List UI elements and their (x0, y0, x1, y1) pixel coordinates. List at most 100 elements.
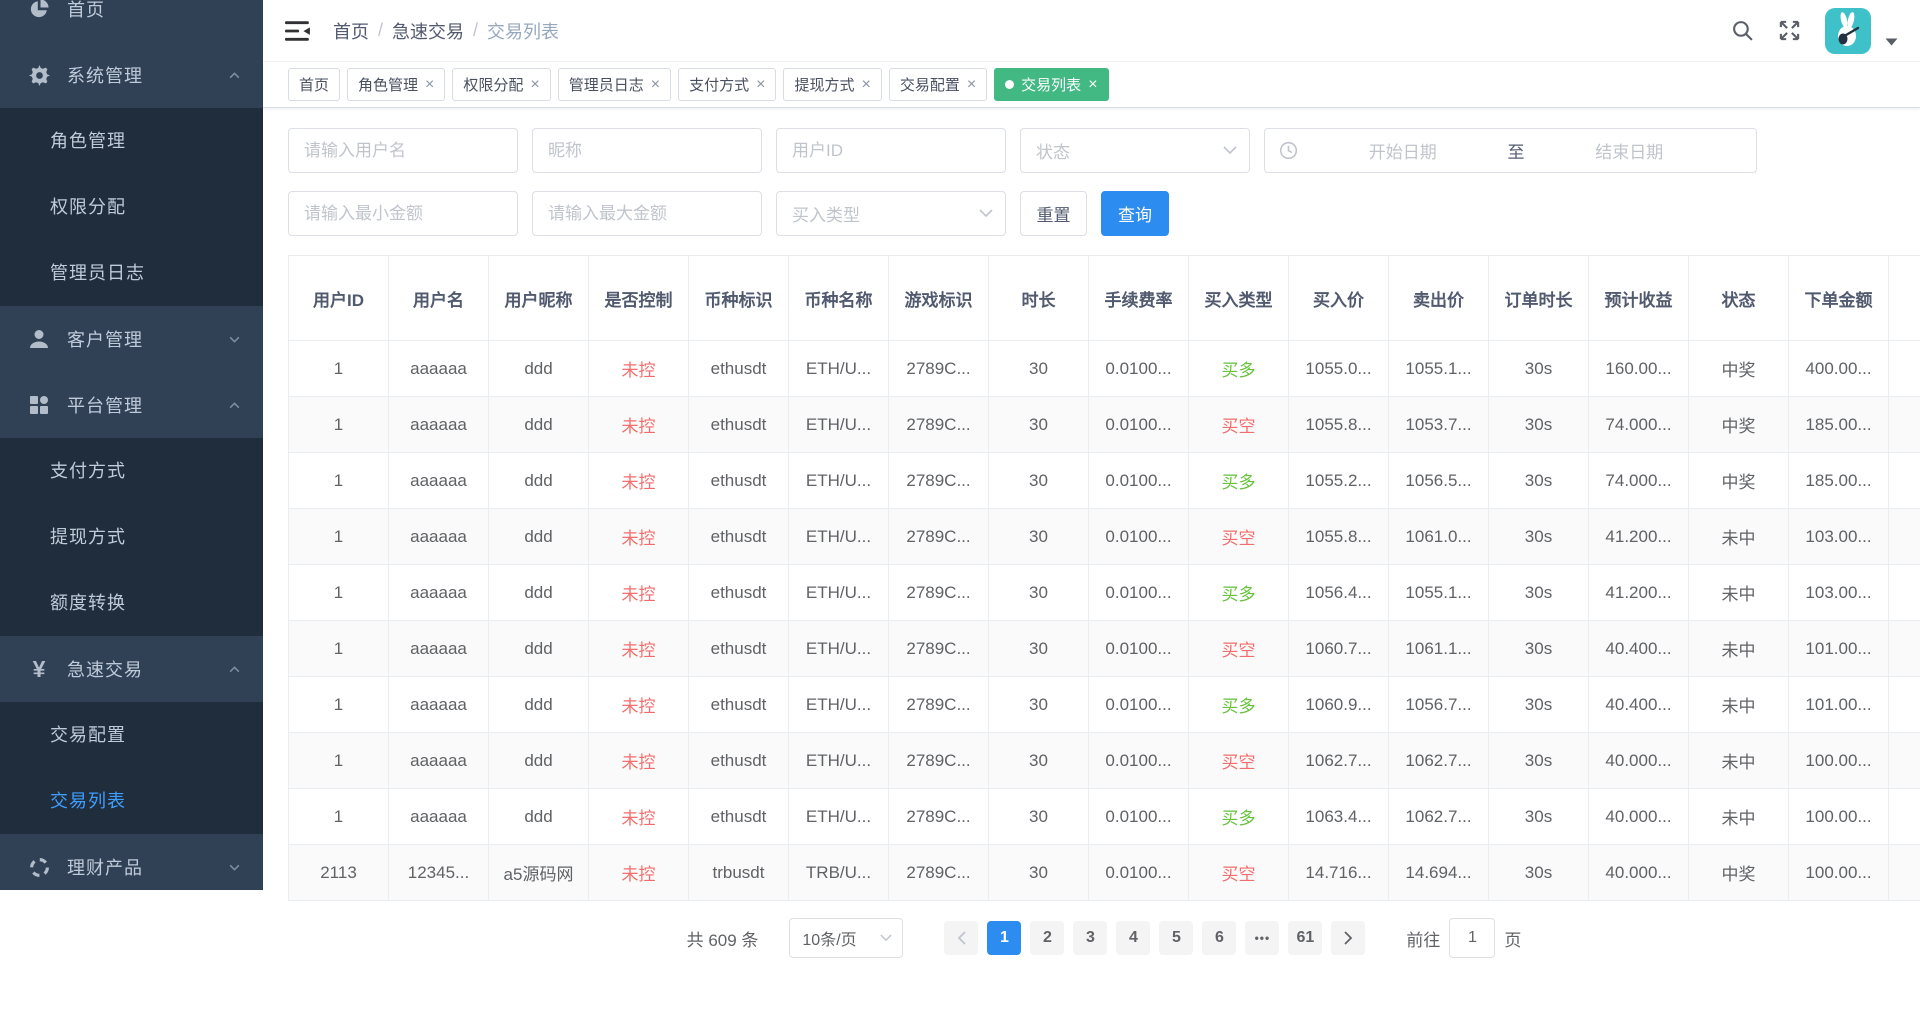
sidebar-item-customer[interactable]: 客户管理 (0, 306, 263, 372)
table-cell: 1061.0... (1388, 508, 1489, 565)
table-cell: ethusdt (688, 620, 789, 677)
tab[interactable]: 首页 (288, 68, 341, 101)
buy-type-select[interactable]: 买入类型 (776, 191, 1006, 236)
table-cell: 12345... (388, 844, 489, 901)
userid-input[interactable] (776, 128, 1006, 173)
jump-prefix-label: 前往 (1406, 930, 1441, 950)
sidebar-subitem[interactable]: 角色管理 (0, 108, 263, 174)
table-cell: 未中 (1688, 732, 1789, 789)
breadcrumb-separator: / (378, 20, 384, 40)
close-icon[interactable]: × (530, 76, 539, 93)
table-cell: 1055.8... (1288, 396, 1389, 453)
table-cell: 30s (1488, 396, 1589, 453)
nickname-input[interactable] (532, 128, 762, 173)
tab[interactable]: 支付方式 × (678, 68, 777, 101)
sidebar-subitem[interactable]: 支付方式 (0, 438, 263, 504)
sidebar-item-fast-trade[interactable]: ¥ 急速交易 (0, 636, 263, 702)
close-icon[interactable]: × (967, 76, 976, 93)
page-ellipsis[interactable]: ••• (1245, 921, 1280, 955)
sidebar-subitem[interactable]: 额度转换 (0, 570, 263, 636)
chevron-down-icon (228, 333, 241, 346)
close-icon[interactable]: × (861, 76, 870, 93)
sidebar-subitem[interactable]: 提现方式 (0, 504, 263, 570)
sidebar-subitem[interactable]: 权限分配 (0, 174, 263, 240)
page-size-select[interactable]: 10条/页 (789, 918, 904, 958)
min-amount-input[interactable] (288, 191, 518, 236)
sidebar-item-system[interactable]: 系统管理 (0, 42, 263, 108)
column-header: 用户昵称 (488, 255, 589, 341)
table-cell: a5源码网 (488, 844, 589, 901)
tab-label: 交易列表 (1021, 77, 1082, 94)
table-cell: 2789C... (888, 676, 989, 733)
table-cell: 0.0100... (1088, 844, 1189, 901)
table-cell: 未控 (588, 340, 689, 397)
search-icon[interactable] (1731, 19, 1754, 42)
submenu-fast-trade: 交易配置 交易列表 (0, 702, 263, 834)
tab[interactable]: 交易配置 × (888, 68, 988, 101)
table-cell: ETH/U... (788, 620, 889, 677)
sidebar-item-platform[interactable]: 平台管理 (0, 372, 263, 438)
status-select[interactable]: 状态 (1020, 128, 1250, 173)
page-button[interactable]: 61 (1288, 921, 1323, 955)
search-button[interactable]: 查询 (1101, 191, 1169, 236)
max-amount-input[interactable] (532, 191, 762, 236)
prev-page-button[interactable] (944, 921, 979, 955)
table-cell: ddd (488, 396, 589, 453)
page-size-label: 10条/页 (802, 932, 857, 949)
table-cell: 185.00... (1788, 396, 1889, 453)
table-cell: 40.400... (1588, 676, 1689, 733)
username-input[interactable] (288, 128, 518, 173)
table-cell: 30s (1488, 340, 1589, 397)
table-cell: aaaaaa (388, 396, 489, 453)
caret-down-icon[interactable] (1885, 33, 1898, 51)
tab[interactable]: 管理员日志 × (557, 68, 672, 101)
table-cell: 100.00... (1788, 844, 1889, 901)
sidebar-item-home[interactable]: 首页 (0, 0, 263, 42)
column-header: 币种标识 (688, 255, 789, 341)
table-cell: ETH/U... (788, 396, 889, 453)
column-header: 下单金额 (1788, 255, 1889, 341)
orders-table: 用户ID 用户名 用户昵称 是否控制 币种标识 币种名称 游戏标识 时长 手续费率 买入类型 买入价… (288, 255, 1920, 901)
table-cell: 2789C... (888, 340, 989, 397)
page-button[interactable]: 2 (1030, 921, 1065, 955)
page-button[interactable]: 1 (987, 921, 1022, 955)
header-row: 用户ID 用户名 用户昵称 是否控制 币种标识 币种名称 游戏标识 时长 手续费率 买入类型 买入价… (288, 255, 1920, 341)
column-header: 游戏标识 (888, 255, 989, 341)
page-button[interactable]: 5 (1159, 921, 1194, 955)
jump-page-input[interactable] (1449, 918, 1496, 958)
sidebar-subitem[interactable]: 交易列表 (0, 768, 263, 834)
table-cell-clipped (1888, 508, 1920, 565)
close-icon[interactable]: × (1088, 76, 1097, 93)
table-cell: 未中 (1688, 788, 1789, 845)
reset-button[interactable]: 重置 (1020, 191, 1087, 236)
filter-row-2: 买入类型 重置 查询 (288, 191, 1920, 236)
tab[interactable]: 提现方式 × (783, 68, 882, 101)
tab[interactable]: 权限分配 × (452, 68, 551, 101)
sidebar-subitem[interactable]: 管理员日志 (0, 240, 263, 306)
close-icon[interactable]: × (425, 76, 434, 93)
table-cell: 0.0100... (1088, 340, 1189, 397)
avatar[interactable] (1825, 7, 1871, 54)
submenu-platform: 支付方式 提现方式 额度转换 (0, 438, 263, 636)
breadcrumb-link[interactable]: 急速交易 (392, 18, 464, 44)
page-button[interactable]: 4 (1116, 921, 1151, 955)
yen-icon: ¥ (32, 655, 46, 682)
page-button[interactable]: 6 (1202, 921, 1237, 955)
sidebar-subitem[interactable]: 交易配置 (0, 702, 263, 768)
page-button[interactable]: 3 (1073, 921, 1108, 955)
next-page-button[interactable] (1331, 921, 1366, 955)
hamburger-icon[interactable] (273, 20, 323, 42)
close-icon[interactable]: × (756, 76, 765, 93)
sidebar-item-finance[interactable]: 理财产品 (0, 834, 263, 890)
table-cell: 中奖 (1688, 396, 1789, 453)
date-range-picker[interactable]: 开始日期 至 结束日期 (1264, 128, 1757, 173)
table-cell: 14.716... (1288, 844, 1389, 901)
fullscreen-icon[interactable] (1778, 19, 1801, 42)
close-icon[interactable]: × (651, 76, 660, 93)
date-end-placeholder: 结束日期 (1595, 143, 1664, 162)
tab[interactable]: 角色管理 × (347, 68, 446, 101)
breadcrumb-link[interactable]: 首页 (333, 18, 369, 44)
tab[interactable]: 交易列表 × (994, 68, 1109, 101)
table-cell: 未控 (588, 508, 689, 565)
table-cell: 1055.8... (1288, 508, 1389, 565)
